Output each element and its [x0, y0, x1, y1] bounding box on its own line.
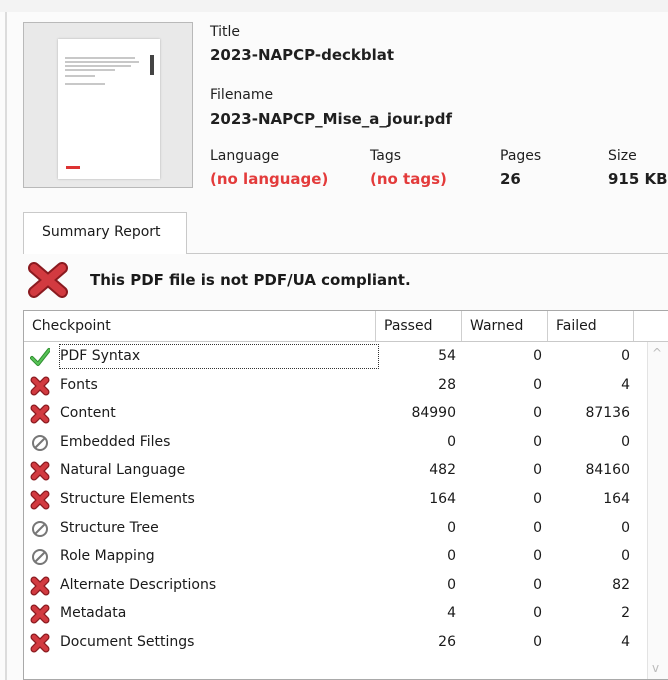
warned-count: 0	[533, 519, 542, 536]
size-value: 915 KB	[608, 170, 668, 188]
table-row[interactable]: Content 84990 0 87136	[24, 399, 644, 428]
warned-count: 0	[533, 405, 542, 422]
fail-x-icon	[28, 262, 68, 298]
table-row[interactable]: Natural Language 482 0 84160	[24, 456, 644, 485]
passed-count: 164	[429, 491, 456, 507]
checkpoint-name: Role Mapping	[60, 548, 155, 565]
checkpoint-name: Structure Elements	[60, 491, 195, 507]
passed-count: 54	[438, 348, 456, 364]
tab-strip-line	[186, 253, 668, 254]
failed-count: 164	[603, 491, 630, 507]
fail-x-icon	[30, 461, 50, 481]
warned-count: 0	[533, 462, 542, 479]
checkpoint-table: Checkpoint Passed Warned Failed PDF Synt…	[23, 310, 668, 680]
table-row[interactable]: Document Settings 26 0 4	[24, 628, 644, 657]
left-divider	[5, 12, 7, 680]
tags-value: (no tags)	[370, 170, 447, 188]
checkpoint-name: Content	[60, 405, 116, 422]
thumbnail-page	[58, 39, 160, 179]
warned-count: 0	[533, 634, 542, 650]
compliance-verdict: This PDF file is not PDF/UA compliant.	[90, 271, 411, 289]
checkpoint-name: Alternate Descriptions	[60, 576, 217, 593]
checkpoint-name: Fonts	[60, 376, 98, 393]
warned-count: 0	[533, 376, 542, 393]
table-row[interactable]: Metadata 4 0 2	[24, 599, 644, 628]
failed-count: 84160	[585, 462, 630, 479]
tab-summary-report[interactable]: Summary Report	[23, 212, 187, 254]
table-header: Checkpoint Passed Warned Failed	[24, 311, 668, 342]
failed-count: 2	[621, 605, 630, 622]
checkpoint-name: Document Settings	[60, 634, 195, 650]
language-label: Language	[210, 148, 280, 164]
table-row[interactable]: Role Mapping 0 0 0	[24, 542, 644, 571]
filename-value: 2023-NAPCP_Mise_a_jour.pdf	[210, 110, 453, 128]
passed-count: 84990	[411, 405, 456, 422]
table-row[interactable]: Fonts 28 0 4	[24, 371, 644, 400]
pdf-thumbnail[interactable]	[23, 22, 193, 188]
title-value: 2023-NAPCP-deckblat	[210, 46, 395, 64]
fail-x-icon	[30, 576, 50, 596]
warned-count: 0	[533, 605, 542, 622]
column-header-passed[interactable]: Passed	[376, 311, 462, 341]
fail-x-icon	[30, 376, 50, 396]
focus-rectangle	[59, 344, 379, 369]
column-header-warned[interactable]: Warned	[462, 311, 548, 341]
filename-label: Filename	[210, 87, 274, 103]
column-header-checkpoint[interactable]: Checkpoint	[24, 311, 376, 341]
thumbnail-logo	[66, 166, 80, 169]
pages-label: Pages	[500, 148, 542, 164]
warned-count: 0	[533, 348, 542, 364]
failed-count: 0	[621, 548, 630, 565]
passed-count: 26	[438, 634, 456, 650]
pass-check-icon	[30, 347, 51, 367]
failed-count: 4	[621, 376, 630, 393]
table-row[interactable]: Embedded Files 0 0 0	[24, 428, 644, 457]
table-row[interactable]: Structure Elements 164 0 164	[24, 485, 644, 514]
passed-count: 482	[429, 462, 456, 479]
table-scrollbar[interactable]: ^ v	[647, 342, 668, 679]
not-applicable-icon	[30, 519, 50, 539]
checkpoint-name: Embedded Files	[60, 433, 171, 450]
table-row[interactable]: PDF Syntax 54 0 0	[24, 342, 644, 371]
fail-x-icon	[30, 490, 50, 510]
failed-count: 4	[621, 634, 630, 650]
not-applicable-icon	[30, 433, 50, 453]
not-applicable-icon	[30, 547, 50, 567]
title-label: Title	[210, 24, 241, 40]
failed-count: 0	[621, 348, 630, 364]
warned-count: 0	[533, 548, 542, 565]
table-row[interactable]: Structure Tree 0 0 0	[24, 514, 644, 543]
column-header-failed[interactable]: Failed	[548, 311, 634, 341]
language-value: (no language)	[210, 170, 329, 188]
warned-count: 0	[533, 433, 542, 450]
passed-count: 0	[447, 548, 456, 565]
warned-count: 0	[533, 491, 542, 507]
passed-count: 0	[447, 519, 456, 536]
scroll-down-arrow-icon[interactable]: v	[652, 661, 659, 675]
pages-value: 26	[500, 170, 521, 188]
passed-count: 0	[447, 433, 456, 450]
scroll-up-arrow-icon[interactable]: ^	[652, 346, 662, 360]
failed-count: 0	[621, 519, 630, 536]
failed-count: 87136	[585, 405, 630, 422]
fail-x-icon	[30, 604, 50, 624]
passed-count: 4	[447, 605, 456, 622]
passed-count: 28	[438, 376, 456, 393]
checkpoint-name: Metadata	[60, 605, 127, 622]
passed-count: 0	[447, 576, 456, 593]
top-band	[0, 0, 668, 12]
size-label: Size	[608, 148, 637, 164]
fail-x-icon	[30, 404, 50, 424]
tags-label: Tags	[370, 148, 401, 164]
failed-count: 0	[621, 433, 630, 450]
table-row[interactable]: Alternate Descriptions 0 0 82	[24, 571, 644, 600]
checkpoint-name: Natural Language	[60, 462, 186, 479]
checkpoint-name: Structure Tree	[60, 519, 159, 536]
failed-count: 82	[612, 576, 630, 593]
warned-count: 0	[533, 576, 542, 593]
fail-x-icon	[30, 633, 50, 653]
